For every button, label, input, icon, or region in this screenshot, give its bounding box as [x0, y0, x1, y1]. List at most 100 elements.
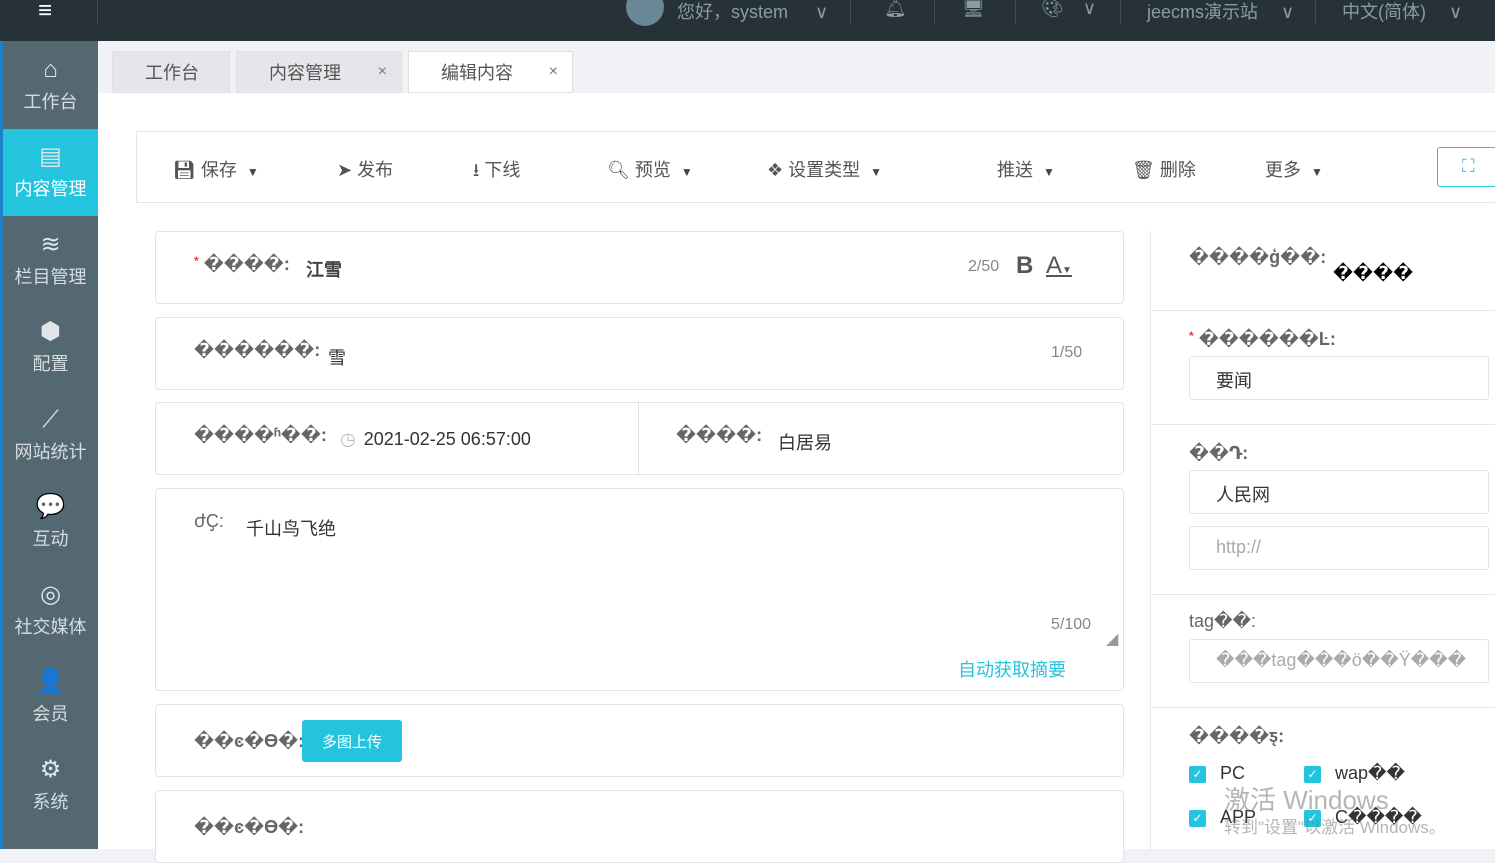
model-section: ����ģ��: ����: [1151, 231, 1495, 311]
bold-button[interactable]: B: [1016, 252, 1033, 280]
author-input[interactable]: 白居易: [778, 429, 832, 455]
hamburger-icon[interactable]: ≡: [38, 0, 62, 23]
more-button[interactable]: 更多 ▼: [1265, 156, 1323, 182]
sidebar-item-label: 配置: [32, 354, 69, 375]
monitor-icon[interactable]: 🖥︎: [962, 0, 985, 19]
caret-down-icon: ▼: [246, 165, 259, 179]
user-icon: 👤: [35, 668, 66, 696]
check-icon: ✓: [1189, 809, 1206, 827]
sidebar-item-members[interactable]: 👤 会员: [3, 654, 98, 742]
platform-checkbox-app[interactable]: ✓ APP: [1189, 807, 1256, 828]
publish-time-label: ����ʱ��:: [194, 425, 327, 445]
arrow-down-icon: ⭳: [473, 160, 480, 180]
model-label: ����ģ��:: [1189, 247, 1327, 267]
channel-section: * ������Ŀ: 要闻: [1151, 311, 1495, 425]
multi-image-field: ��ͼ�ϴ�: 多图上传: [155, 704, 1124, 777]
caret-down-icon: ▼: [870, 165, 883, 179]
publish-button[interactable]: ➤ 发布: [337, 156, 393, 182]
font-color-button[interactable]: A▼: [1046, 252, 1072, 280]
preview-button[interactable]: 🔍︎ 预览 ▼: [607, 156, 693, 182]
close-icon[interactable]: ×: [378, 63, 387, 81]
author-label: ����:: [676, 425, 763, 445]
divider: [850, 0, 851, 24]
publish-time-input[interactable]: ◷ 2021-02-25 06:57:00: [340, 429, 531, 450]
title-count: 2/50: [968, 258, 1000, 275]
divider: [934, 0, 935, 24]
multi-upload-button[interactable]: 多图上传: [302, 720, 402, 762]
summary-textarea[interactable]: 千山鸟飞绝: [246, 515, 336, 541]
caret-down-icon: ▼: [1043, 165, 1055, 179]
sidebar-item-label: 栏目管理: [14, 266, 87, 287]
fullscreen-button[interactable]: ⛶: [1437, 147, 1495, 187]
button-label: 预览: [634, 160, 671, 180]
sidebar-item-channels[interactable]: ≋ 栏目管理: [3, 216, 98, 304]
platform-checkbox-pc[interactable]: ✓ PC: [1189, 763, 1245, 784]
divider: [1015, 0, 1016, 24]
fullscreen-icon: ⛶: [1462, 156, 1475, 176]
sidebar-item-system[interactable]: ⚙ 系统: [3, 741, 98, 829]
avatar[interactable]: [626, 0, 664, 26]
tab-dashboard[interactable]: 工作台: [112, 51, 230, 93]
set-type-button[interactable]: ❖ 设置类型 ▼: [767, 156, 882, 182]
check-icon: ✓: [1304, 765, 1321, 783]
channel-label: * ������Ŀ:: [1189, 329, 1336, 349]
save-icon: 💾︎: [173, 160, 196, 180]
resize-handle[interactable]: ◢: [1106, 629, 1118, 649]
button-label: 推送: [997, 160, 1033, 180]
cube-icon: ⬢: [40, 318, 61, 346]
language-selector[interactable]: 中文(简体) ∨: [1342, 0, 1462, 24]
short-title-count: 1/50: [1051, 344, 1083, 361]
caret-down-icon: ▼: [680, 165, 693, 179]
divider: [97, 0, 98, 24]
title-input[interactable]: 江雪: [306, 256, 342, 282]
sidebar-item-interaction[interactable]: 💬 互动: [3, 479, 98, 567]
sidebar-item-content[interactable]: ▤ 内容管理: [3, 128, 98, 216]
bell-icon[interactable]: 🔔︎: [884, 0, 907, 19]
push-button[interactable]: 推送 ▼: [997, 156, 1055, 182]
trash-icon: 🗑︎: [1132, 160, 1155, 180]
sidebar-item-social[interactable]: ◎ 社交媒体: [3, 566, 98, 654]
sidebar-item-dashboard[interactable]: ⌂ 工作台: [3, 41, 98, 129]
sidebar-item-label: 互动: [32, 529, 69, 550]
site-name: jeecms演示站: [1147, 2, 1259, 22]
tab-edit-content[interactable]: 编辑内容 ×: [408, 51, 573, 93]
tab-label: 编辑内容: [441, 63, 513, 83]
platform-checkbox-wap[interactable]: ✓ wap��: [1304, 763, 1405, 784]
button-label: 保存: [200, 160, 237, 180]
button-label: 设置类型: [788, 160, 861, 180]
sidebar-item-config[interactable]: ⬢ 配置: [3, 304, 98, 392]
preview-icon: 🔍︎: [607, 160, 630, 180]
channel-select[interactable]: 要闻: [1189, 356, 1489, 400]
layers-icon: ≋: [40, 230, 61, 258]
tab-content-management[interactable]: 内容管理 ×: [236, 51, 402, 93]
image-label: ��ͼ�ϴ�:: [194, 817, 305, 837]
multi-image-label: ��ͼ�ϴ�:: [194, 731, 305, 751]
delete-button[interactable]: 🗑︎ 删除: [1132, 156, 1196, 182]
user-menu[interactable]: 您好，system ∨: [677, 0, 828, 24]
close-icon[interactable]: ×: [549, 63, 558, 81]
auto-summary-link[interactable]: 自动获取摘要: [958, 656, 1066, 682]
source-url-input[interactable]: http://: [1189, 526, 1489, 570]
sidebar-item-stats[interactable]: ⟋ 网站统计: [3, 391, 98, 479]
tag-input[interactable]: ���tag���ö��Ÿ���: [1189, 639, 1489, 683]
short-title-input[interactable]: 雪: [328, 344, 346, 370]
summary-count: 5/100: [1051, 616, 1092, 633]
button-label: 下线: [484, 160, 521, 180]
line-chart-icon: ⟋: [42, 405, 59, 433]
caret-down-icon: ▼: [1311, 165, 1323, 179]
source-input[interactable]: 人民网: [1189, 470, 1489, 514]
button-label: 发布: [357, 160, 394, 180]
platform-checkbox-c[interactable]: ✓ C����: [1304, 807, 1422, 828]
save-button[interactable]: 💾︎ 保存 ▼: [173, 156, 259, 182]
platform-label: ����ƽ̨:: [1189, 726, 1285, 746]
short-title-label: ������:: [194, 340, 321, 360]
send-icon: ➤: [337, 160, 353, 180]
site-selector[interactable]: jeecms演示站 ∨: [1147, 0, 1294, 24]
offline-button[interactable]: ⭳ 下线: [473, 156, 520, 188]
button-label: 更多: [1265, 160, 1301, 180]
chevron-down-icon: ∨: [1449, 2, 1463, 22]
time-author-row: ����ʱ��: ◷ 2021-02-25 06:57:00 ����: 白居易: [155, 402, 1124, 475]
social-icon: ◎: [40, 580, 61, 608]
theme-palette-icon[interactable]: 🎨︎ ∨: [1041, 0, 1096, 19]
source-label: ��Դ:: [1189, 443, 1249, 463]
